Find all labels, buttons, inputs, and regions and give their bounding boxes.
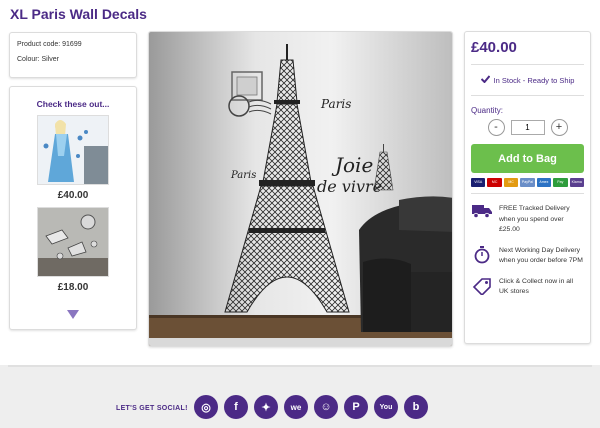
next-day-feature: Next Working Day Delivery when you order…: [471, 245, 584, 267]
weheartit-icon[interactable]: we: [284, 395, 308, 419]
recommendation-price: £40.00: [57, 190, 89, 201]
social-links: ◎ f ✦ we ☺ P You b: [194, 395, 428, 419]
footer-divider: [8, 365, 592, 367]
increase-quantity-button[interactable]: +: [550, 119, 568, 136]
paypal-icon: PayPal: [520, 178, 535, 187]
delivery-text: FREE Tracked Delivery when you spend ove…: [499, 205, 570, 233]
instagram-icon[interactable]: ◎: [194, 395, 218, 419]
product-code: Product code: 91699: [17, 41, 82, 48]
maestro-icon: MC: [487, 178, 502, 187]
recommendation-price: £18.00: [57, 282, 89, 293]
check-icon: [480, 75, 490, 85]
amex-icon: Amex: [536, 178, 552, 187]
star-wars-decal-image[interactable]: [37, 207, 109, 277]
frozen-elsa-decal-image[interactable]: [37, 115, 109, 185]
decal-text-joie: Joie: [331, 153, 373, 177]
stock-status: In Stock - Ready to Ship: [471, 75, 584, 96]
tag-icon: [471, 277, 493, 295]
product-price: £40.00: [471, 39, 584, 65]
decal-text-paris-side: Paris: [230, 170, 256, 181]
product-main-image[interactable]: Paris Paris Joie de vivre: [148, 31, 453, 347]
recommendations-panel: Check these out... £40.00 £18.00: [9, 86, 137, 330]
payment-methods: VISA MC MC PayPal Amex Pay Klarna: [471, 178, 584, 194]
decal-text-paris: Paris: [320, 97, 351, 111]
mastercard-icon: MC: [503, 178, 519, 187]
triangle-down-icon[interactable]: [67, 306, 79, 324]
delivery-feature: FREE Tracked Delivery when you spend ove…: [471, 204, 584, 236]
blog-icon[interactable]: b: [404, 395, 428, 419]
page-title: XL Paris Wall Decals: [10, 6, 147, 22]
click-collect-text: Click & Collect now in all UK stores: [499, 277, 574, 296]
footer: LET'S GET SOCIAL! ◎ f ✦ we ☺ P You b: [0, 365, 600, 428]
recommendations-heading: Check these out...: [36, 99, 110, 109]
recommendation-item[interactable]: £40.00: [37, 115, 109, 201]
pay-icon: Pay: [553, 178, 568, 187]
stopwatch-icon: [471, 245, 493, 264]
add-to-bag-button[interactable]: Add to Bag: [471, 144, 584, 173]
visa-icon: VISA: [471, 178, 486, 187]
buy-box: £40.00 In Stock - Ready to Ship Quantity…: [464, 31, 591, 344]
truck-icon: [471, 204, 493, 218]
quantity-stepper: - +: [471, 119, 584, 136]
social-label: LET'S GET SOCIAL!: [116, 405, 188, 412]
quantity-label: Quantity:: [471, 106, 504, 115]
youtube-icon[interactable]: You: [374, 395, 398, 419]
decrease-quantity-button[interactable]: -: [487, 119, 505, 136]
snapchat-icon[interactable]: ☺: [314, 395, 338, 419]
facebook-icon[interactable]: f: [224, 395, 248, 419]
twitter-icon[interactable]: ✦: [254, 395, 278, 419]
stock-text: In Stock - Ready to Ship: [493, 75, 575, 85]
pinterest-icon[interactable]: P: [344, 395, 368, 419]
click-collect-feature: Click & Collect now in all UK stores: [471, 277, 584, 298]
next-day-text: Next Working Day Delivery when you order…: [499, 246, 583, 265]
decal-text-de-vivre: de vivre: [317, 177, 382, 196]
klarna-icon: Klarna: [569, 178, 584, 187]
quantity-input[interactable]: [510, 120, 545, 135]
recommendation-item[interactable]: £18.00: [37, 207, 109, 293]
product-info-panel: Product code: 91699 Colour: Silver: [9, 32, 137, 78]
product-colour: Colour: Silver: [17, 56, 60, 63]
